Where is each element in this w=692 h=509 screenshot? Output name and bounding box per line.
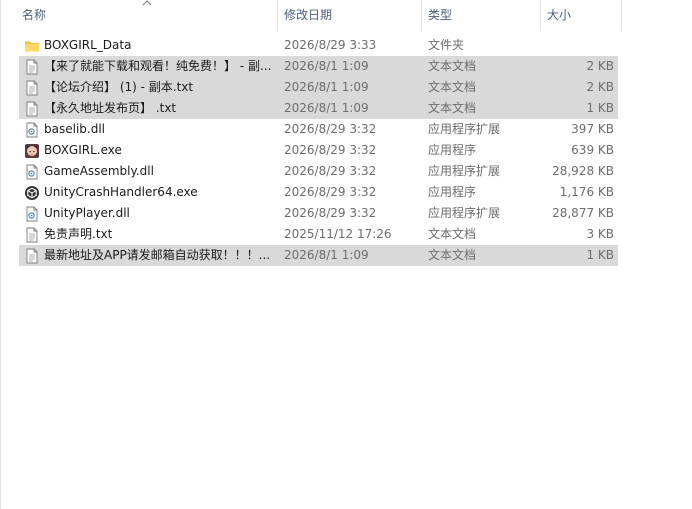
file-name: UnityCrashHandler64.exe <box>44 185 198 199</box>
file-date: 2026/8/1 1:09 <box>284 59 369 73</box>
file-name: baselib.dll <box>44 122 105 136</box>
file-date: 2026/8/29 3:32 <box>284 185 377 199</box>
file-name: BOXGIRL.exe <box>44 143 122 157</box>
text-file-icon <box>24 248 40 264</box>
file-name-cell: 最新地址及APP请发邮箱自动获取！！！... <box>24 245 279 266</box>
column-header-bar: 名称 修改日期 类型 大小 <box>1 0 692 31</box>
file-name: 最新地址及APP请发邮箱自动获取！！！... <box>44 248 271 262</box>
file-name-cell: BOXGIRL_Data <box>24 35 279 56</box>
text-file-icon <box>24 80 40 96</box>
file-name: 免责声明.txt <box>44 227 113 241</box>
file-size: 2 KB <box>586 59 614 73</box>
file-name: 【论坛介绍】 (1) - 副本.txt <box>44 80 194 94</box>
file-date: 2025/11/12 17:26 <box>284 227 392 241</box>
file-row[interactable]: 免责声明.txt 2025/11/12 17:26 文本文档 3 KB <box>19 224 618 245</box>
file-date: 2026/8/29 3:32 <box>284 206 377 220</box>
file-date: 2026/8/29 3:32 <box>284 122 377 136</box>
file-row[interactable]: 【永久地址发布页】 .txt 2026/8/1 1:09 文本文档 1 KB <box>19 98 618 119</box>
file-date: 2026/8/29 3:32 <box>284 164 377 178</box>
file-name-cell: BOXGIRL.exe <box>24 140 279 161</box>
file-type: 文本文档 <box>428 227 477 241</box>
file-row[interactable]: GameAssembly.dll 2026/8/29 3:32 应用程序扩展 28,9… <box>19 161 618 182</box>
file-date: 2026/8/1 1:09 <box>284 248 369 262</box>
file-type: 应用程序扩展 <box>428 122 501 136</box>
dll-file-icon <box>24 164 40 180</box>
column-header-name[interactable]: 名称 <box>1 0 278 30</box>
file-size: 639 KB <box>571 143 614 157</box>
text-file-icon <box>24 101 40 117</box>
game-exe-icon <box>24 143 40 159</box>
column-header-size[interactable]: 大小 <box>541 0 622 30</box>
dll-file-icon <box>24 206 40 222</box>
file-size: 28,928 KB <box>552 164 614 178</box>
file-type: 应用程序扩展 <box>428 206 501 220</box>
file-name-cell: UnityPlayer.dll <box>24 203 279 224</box>
file-type: 文本文档 <box>428 248 477 262</box>
text-file-icon <box>24 227 40 243</box>
unity-exe-icon <box>24 185 40 201</box>
column-header-date[interactable]: 修改日期 <box>278 0 422 30</box>
file-size: 1,176 KB <box>559 185 614 199</box>
file-name: 【来了就能下载和观看！纯免费！】 - 副... <box>44 59 272 73</box>
file-name-cell: 【来了就能下载和观看！纯免费！】 - 副... <box>24 56 279 77</box>
file-row[interactable]: UnityPlayer.dll 2026/8/29 3:32 应用程序扩展 28,87… <box>19 203 618 224</box>
file-name-cell: GameAssembly.dll <box>24 161 279 182</box>
file-name: GameAssembly.dll <box>44 164 154 178</box>
file-date: 2026/8/1 1:09 <box>284 80 369 94</box>
file-type: 文本文档 <box>428 59 477 73</box>
file-size: 28,877 KB <box>552 206 614 220</box>
column-header-name-label: 名称 <box>22 8 47 22</box>
column-divider[interactable] <box>621 0 622 30</box>
file-name-cell: 【论坛介绍】 (1) - 副本.txt <box>24 77 279 98</box>
file-size: 1 KB <box>586 248 614 262</box>
folder-icon <box>24 38 40 54</box>
file-size <box>540 35 614 56</box>
file-row[interactable]: 【论坛介绍】 (1) - 副本.txt 2026/8/1 1:09 文本文档 2 KB <box>19 77 618 98</box>
file-row[interactable]: baselib.dll 2026/8/29 3:32 应用程序扩展 397 KB <box>19 119 618 140</box>
file-type: 应用程序扩展 <box>428 164 501 178</box>
file-list-view: 名称 修改日期 类型 大小 BOXGIRL_Data 2026/8/29 3:33… <box>0 0 692 509</box>
file-row[interactable]: BOXGIRL.exe 2026/8/29 3:32 应用程序 639 KB <box>19 140 618 161</box>
file-date: 2026/8/29 3:32 <box>284 143 377 157</box>
sort-ascending-icon <box>142 0 152 6</box>
file-name-cell: 免责声明.txt <box>24 224 279 245</box>
column-header-size-label: 大小 <box>547 8 572 22</box>
file-type: 文本文档 <box>428 101 477 115</box>
column-header-type-label: 类型 <box>428 8 453 22</box>
file-size: 3 KB <box>586 227 614 241</box>
file-type: 文件夹 <box>428 38 465 52</box>
file-name: UnityPlayer.dll <box>44 206 130 220</box>
text-file-icon <box>24 59 40 75</box>
file-date: 2026/8/1 1:09 <box>284 101 369 115</box>
file-size: 2 KB <box>586 80 614 94</box>
file-name-cell: baselib.dll <box>24 119 279 140</box>
file-name: BOXGIRL_Data <box>44 38 132 52</box>
file-size: 1 KB <box>586 101 614 115</box>
file-row[interactable]: 最新地址及APP请发邮箱自动获取！！！... 2026/8/1 1:09 文本文档 1… <box>19 245 618 266</box>
file-type: 文本文档 <box>428 80 477 94</box>
file-date: 2026/8/29 3:33 <box>284 38 377 52</box>
file-row[interactable]: 【来了就能下载和观看！纯免费！】 - 副... 2026/8/1 1:09 文本文档… <box>19 56 618 77</box>
file-name-cell: 【永久地址发布页】 .txt <box>24 98 279 119</box>
file-rows: BOXGIRL_Data 2026/8/29 3:33 文件夹【来了就能下载和观看！… <box>19 35 618 266</box>
column-header-type[interactable]: 类型 <box>422 0 541 30</box>
file-name: 【永久地址发布页】 .txt <box>44 101 177 115</box>
file-size: 397 KB <box>571 122 614 136</box>
file-row[interactable]: UnityCrashHandler64.exe 2026/8/29 3:32 应用程… <box>19 182 618 203</box>
file-type: 应用程序 <box>428 185 477 199</box>
file-row[interactable]: BOXGIRL_Data 2026/8/29 3:33 文件夹 <box>19 35 618 56</box>
column-header-date-label: 修改日期 <box>284 8 333 22</box>
file-name-cell: UnityCrashHandler64.exe <box>24 182 279 203</box>
file-type: 应用程序 <box>428 143 477 157</box>
dll-file-icon <box>24 122 40 138</box>
